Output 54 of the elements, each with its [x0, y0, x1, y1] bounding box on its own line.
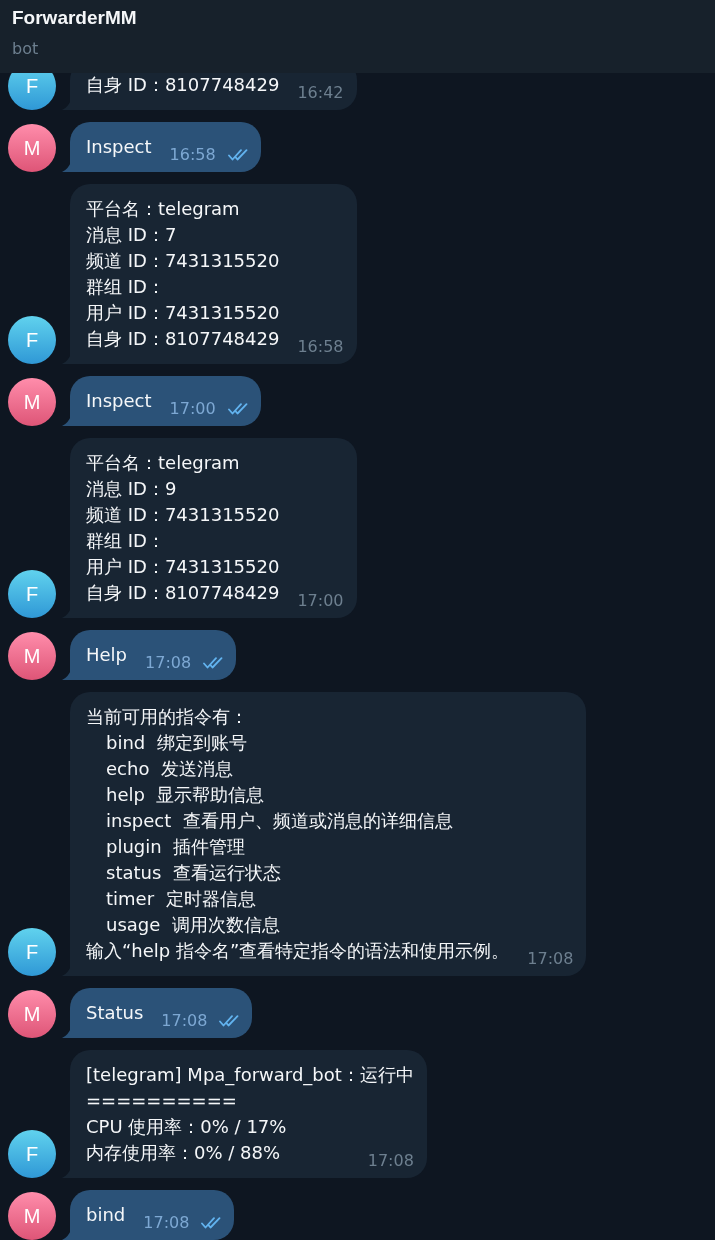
message-line: Inspect — [86, 135, 152, 159]
avatar[interactable]: F — [8, 1130, 56, 1178]
message-time: 17:08 — [367, 1151, 414, 1171]
message-line: 用户 ID：7431315520 — [86, 301, 280, 325]
message-line: 消息 ID：9 — [86, 477, 177, 501]
message-line: 输入“help 指令名”查看特定指令的语法和使用示例。 — [86, 939, 510, 963]
message-line: 平台名：telegram — [86, 197, 240, 221]
chat-subtitle: bot — [12, 38, 39, 60]
message-line: Inspect — [86, 389, 152, 413]
message-line: ========== — [86, 1089, 237, 1113]
avatar[interactable]: F — [8, 928, 56, 976]
avatar[interactable]: M — [8, 1192, 56, 1240]
message-time: 16:58 — [169, 145, 216, 165]
avatar[interactable]: F — [8, 570, 56, 618]
message-line: usage 调用次数信息 — [106, 913, 280, 937]
message-time: 16:58 — [297, 337, 344, 357]
message-line: 频道 ID：7431315520 — [86, 249, 280, 273]
message-time: 17:08 — [161, 1011, 208, 1031]
message-line: 自身 ID：8107748429 — [86, 581, 280, 605]
message-line: bind — [86, 1203, 126, 1227]
message-time: 17:08 — [143, 1213, 190, 1233]
avatar[interactable]: F — [8, 73, 56, 110]
message-line: echo 发送消息 — [106, 757, 233, 781]
message-line: 当前可用的指令有： — [86, 705, 248, 729]
message-line: Status — [86, 1001, 144, 1025]
message-line: 自身 ID：8107748429 — [86, 327, 280, 351]
message-line: 频道 ID：7431315520 — [86, 503, 280, 527]
avatar[interactable]: F — [8, 316, 56, 364]
message-line: status 查看运行状态 — [106, 861, 281, 885]
message-line: CPU 使用率：0% / 17% — [86, 1115, 287, 1139]
message-time: 17:08 — [527, 949, 574, 969]
avatar[interactable]: M — [8, 632, 56, 680]
chat-title: ForwarderMM — [12, 6, 137, 30]
message-time: 17:08 — [145, 653, 192, 673]
message-line: bind 绑定到账号 — [106, 731, 247, 755]
message-line: help 显示帮助信息 — [106, 783, 265, 807]
message-time: 17:00 — [169, 399, 216, 419]
message-line: 群组 ID： — [86, 529, 165, 553]
message-line: 自身 ID：8107748429 — [86, 73, 280, 97]
message-time: 16:42 — [297, 83, 344, 103]
avatar[interactable]: M — [8, 378, 56, 426]
message-line: [telegram] Mpa_forward_bot：运行中 — [86, 1063, 414, 1088]
message-line: Help — [86, 643, 128, 667]
message-line: plugin 插件管理 — [106, 835, 246, 859]
message-line: 内存使用率：0% / 88% — [86, 1141, 281, 1165]
message-line: 平台名：telegram — [86, 451, 240, 475]
message-line: inspect 查看用户、频道或消息的详细信息 — [106, 809, 453, 833]
message-line: 用户 ID：7431315520 — [86, 555, 280, 579]
avatar[interactable]: M — [8, 124, 56, 172]
message-line: 群组 ID： — [86, 275, 165, 299]
avatar[interactable]: M — [8, 990, 56, 1038]
message-time: 17:00 — [297, 591, 344, 611]
message-line: timer 定时器信息 — [106, 887, 256, 911]
message-line: 消息 ID：7 — [86, 223, 177, 247]
